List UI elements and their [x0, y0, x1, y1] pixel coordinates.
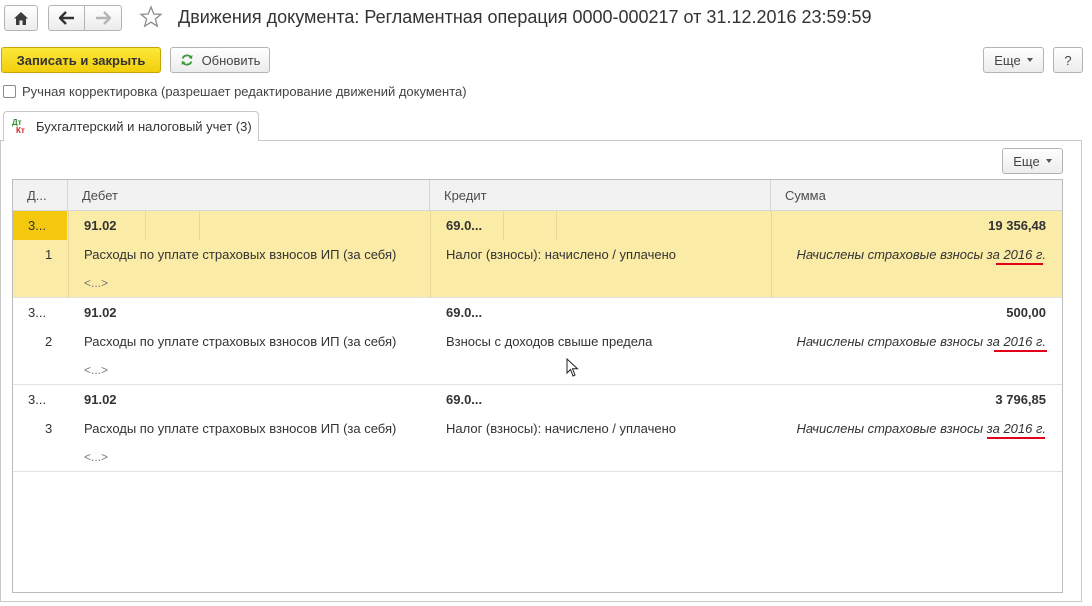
- table-header: Д... Дебет Кредит Сумма: [13, 180, 1062, 211]
- debit-account: 91.02: [84, 305, 117, 320]
- highlight-underline: [987, 437, 1045, 439]
- entry-content: Начислены страховые взносы за 2016 г.: [796, 421, 1046, 436]
- manual-edit-label: Ручная корректировка (разрешает редактир…: [22, 84, 467, 99]
- back-button[interactable]: [48, 5, 85, 31]
- refresh-label: Обновить: [201, 52, 261, 68]
- debit-subconto-2: <...>: [84, 363, 109, 377]
- movements-table[interactable]: Д... Дебет Кредит Сумма 3... 1 91.02 Рас…: [12, 179, 1063, 593]
- credit-account: 69.0...: [446, 305, 483, 320]
- column-header-sum[interactable]: Сумма: [771, 180, 1062, 211]
- sum-value: 3 796,85: [995, 392, 1046, 407]
- debit-subconto: Расходы по уплате страховых взносов ИП (…: [84, 334, 397, 349]
- tab-label: Бухгалтерский и налоговый учет (3): [36, 119, 252, 134]
- refresh-button[interactable]: Обновить: [170, 47, 270, 73]
- credit-account: 69.0...: [446, 218, 483, 233]
- debit-credit-icon: Дт Кт: [12, 117, 25, 135]
- row-line-number: 2: [45, 334, 53, 349]
- credit-subconto: Налог (взносы): начислено / уплачено: [446, 247, 676, 262]
- sum-value: 19 356,48: [988, 218, 1046, 233]
- debit-account: 91.02: [84, 218, 117, 233]
- home-button[interactable]: [4, 5, 38, 31]
- arrow-left-icon: [58, 11, 74, 25]
- entry-content: Начислены страховые взносы за 2016 г.: [796, 247, 1046, 262]
- refresh-icon: [181, 54, 193, 66]
- manual-edit-row[interactable]: Ручная корректировка (разрешает редактир…: [3, 84, 467, 99]
- save-and-close-button[interactable]: Записать и закрыть: [1, 47, 161, 73]
- row-date: 3...: [28, 392, 47, 407]
- row-date: 3...: [28, 218, 47, 233]
- mouse-cursor-icon: [566, 358, 579, 377]
- more-button[interactable]: Еще: [983, 47, 1044, 73]
- column-header-credit[interactable]: Кредит: [430, 180, 771, 211]
- grid-more-label: Еще: [1013, 153, 1040, 169]
- debit-subconto-2: <...>: [84, 276, 109, 290]
- column-header-date[interactable]: Д...: [13, 180, 68, 211]
- credit-account: 69.0...: [446, 392, 483, 407]
- debit-subconto-2: <...>: [84, 450, 109, 464]
- credit-subconto: Налог (взносы): начислено / уплачено: [446, 421, 676, 436]
- row-date: 3...: [28, 305, 47, 320]
- chevron-down-icon: [1026, 58, 1033, 62]
- debit-subconto: Расходы по уплате страховых взносов ИП (…: [84, 421, 397, 436]
- more-label: Еще: [994, 52, 1021, 68]
- highlight-underline: [996, 263, 1043, 265]
- table-row[interactable]: 3... 3 91.02 Расходы по уплате страховых…: [13, 385, 1062, 472]
- arrow-right-icon: [96, 11, 111, 25]
- help-button[interactable]: ?: [1053, 47, 1083, 73]
- tab-accounting[interactable]: Дт Кт Бухгалтерский и налоговый учет (3): [3, 111, 259, 141]
- grid-more-button[interactable]: Еще: [1002, 148, 1063, 174]
- highlight-underline: [994, 350, 1047, 352]
- star-icon[interactable]: [139, 5, 163, 29]
- table-row[interactable]: 3... 1 91.02 Расходы по уплате страховых…: [13, 211, 1062, 298]
- row-line-number: 1: [45, 247, 53, 262]
- row-line-number: 3: [45, 421, 53, 436]
- debit-account: 91.02: [84, 392, 117, 407]
- home-icon: [14, 11, 28, 25]
- page-title: Движения документа: Регламентная операци…: [178, 7, 872, 27]
- entry-content: Начислены страховые взносы за 2016 г.: [796, 334, 1046, 349]
- chevron-down-icon: [1045, 159, 1052, 163]
- sum-value: 500,00: [1006, 305, 1046, 320]
- column-header-debit[interactable]: Дебет: [68, 180, 430, 211]
- debit-subconto: Расходы по уплате страховых взносов ИП (…: [84, 247, 397, 262]
- manual-edit-checkbox[interactable]: [3, 85, 16, 98]
- credit-subconto: Взносы с доходов свыше предела: [446, 334, 653, 349]
- table-row[interactable]: 3... 2 91.02 Расходы по уплате страховых…: [13, 298, 1062, 385]
- forward-button[interactable]: [84, 5, 122, 31]
